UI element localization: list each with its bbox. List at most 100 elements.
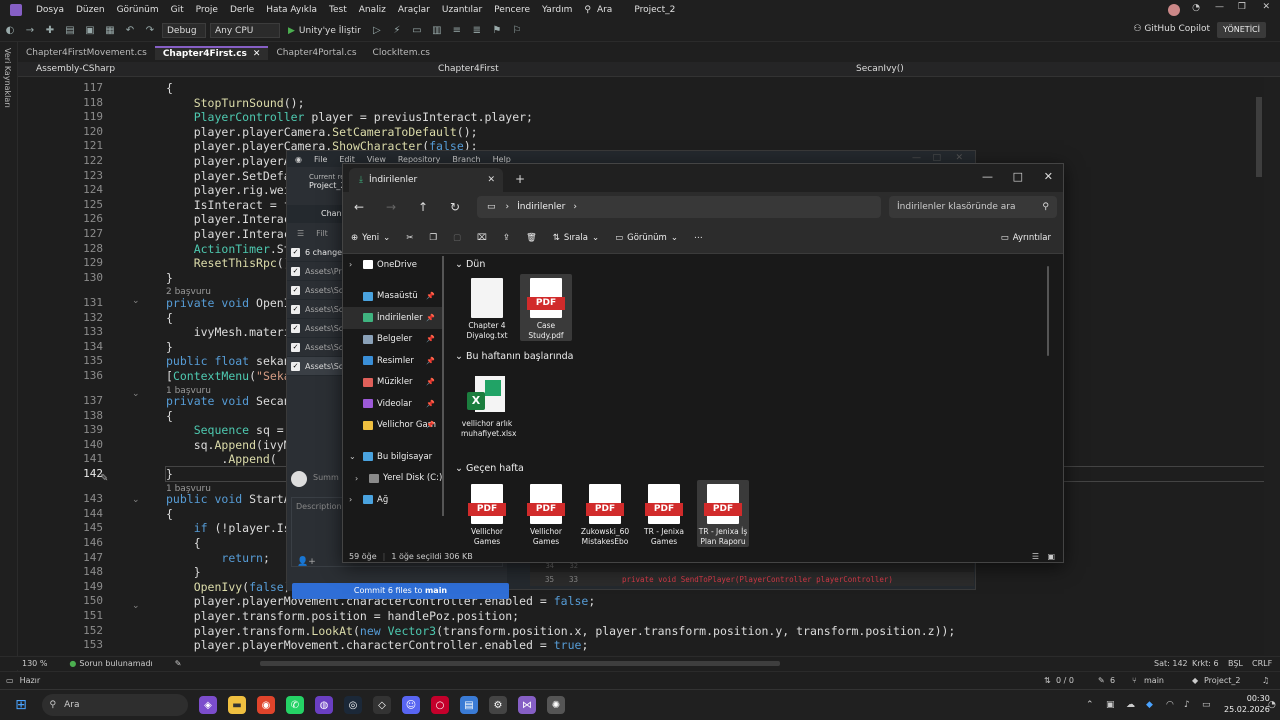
project-dropdown[interactable]: Assembly-CSharp: [36, 64, 115, 74]
comment-icon[interactable]: ≣: [469, 24, 485, 38]
refresh-icon[interactable]: ↻: [439, 200, 471, 214]
code-line[interactable]: {: [166, 536, 201, 550]
battery-icon[interactable]: ▭: [1202, 700, 1211, 710]
file-item[interactable]: PDF Vellichor Games: [520, 480, 572, 547]
collapse-icon[interactable]: ⌄: [132, 495, 140, 505]
class-dropdown[interactable]: Chapter4First: [438, 64, 499, 74]
pin-icon[interactable]: 📌: [426, 314, 435, 322]
redo-icon[interactable]: ↷: [142, 24, 158, 38]
view-button[interactable]: ▭ Görünüm ⌄: [615, 233, 678, 243]
code-line[interactable]: if (!player.Is: [166, 521, 291, 535]
nav-item[interactable]: ⌄ Bu bilgisayar: [343, 446, 443, 468]
nav-item[interactable]: › Ağ: [343, 489, 443, 511]
app-tray-icon[interactable]: ▣: [1106, 700, 1115, 710]
collapse-icon[interactable]: ⌄: [132, 601, 140, 611]
code-line[interactable]: }: [166, 340, 173, 354]
nav-item[interactable]: › OneDrive: [343, 254, 443, 276]
clock[interactable]: 00:30 25.02.2026: [1224, 693, 1270, 715]
add-coauthor-icon[interactable]: 👤+: [297, 557, 316, 567]
nav-expand-icon[interactable]: ›: [349, 260, 352, 269]
new-item-icon[interactable]: ✚: [42, 24, 58, 38]
horizontal-scrollbar[interactable]: [260, 661, 780, 666]
branch-name[interactable]: main: [1144, 676, 1164, 685]
chatgpt-icon[interactable]: ✺: [547, 696, 565, 714]
code-line[interactable]: }: [166, 271, 173, 285]
format-icon[interactable]: ≡: [449, 24, 465, 38]
camera-icon[interactable]: ▭: [409, 24, 425, 38]
code-line[interactable]: OpenIvy(false);: [166, 580, 298, 594]
code-line[interactable]: .Append(: [166, 452, 276, 466]
code-line[interactable]: [ContextMenu("Seka: [166, 369, 291, 383]
maximize-icon[interactable]: ❐: [1238, 2, 1246, 12]
cut-icon[interactable]: ✂: [406, 233, 413, 243]
save-icon[interactable]: ▣: [82, 24, 98, 38]
tray-app-icon[interactable]: ◆: [1146, 700, 1153, 710]
tab-chapter4portal[interactable]: Chapter4Portal.cs: [268, 46, 364, 60]
checkbox-icon[interactable]: ✓: [291, 247, 300, 257]
collapse-icon[interactable]: ⌄: [132, 389, 140, 399]
file-item[interactable]: PDF TR - Jenixa Games: [638, 480, 690, 547]
close-icon[interactable]: ✕: [1262, 2, 1270, 12]
menu-analyze[interactable]: Analiz: [353, 5, 392, 15]
tab-clockitem[interactable]: ClockItem.cs: [365, 46, 438, 60]
data-sources-tab[interactable]: Veri Kaynakları: [3, 48, 12, 108]
menu-help[interactable]: Yardım: [536, 5, 578, 15]
wifi-icon[interactable]: ◠: [1166, 700, 1174, 710]
file-item[interactable]: PDF Case Study.pdf: [520, 274, 572, 341]
code-line[interactable]: player.playerA: [166, 154, 291, 168]
code-line[interactable]: Sequence sq =: [166, 423, 291, 437]
code-line[interactable]: ivyMesh.materi: [166, 325, 291, 339]
menu-extensions[interactable]: Uzantılar: [436, 5, 488, 15]
open-folder-icon[interactable]: ▤: [62, 24, 78, 38]
code-line[interactable]: StopTurnSound();: [166, 96, 305, 110]
code-line[interactable]: player.playerMovement.characterControlle…: [166, 638, 589, 652]
group-last-week[interactable]: ⌄ Geçen hafta: [455, 463, 524, 474]
minimize-icon[interactable]: —: [1215, 2, 1224, 12]
new-button[interactable]: ⊕ Yeni ⌄: [351, 233, 390, 243]
nav-expand-icon[interactable]: ⌄: [349, 452, 356, 461]
code-line[interactable]: public void StartA: [166, 492, 291, 506]
zoom-level[interactable]: 130 %: [22, 659, 47, 668]
back-icon[interactable]: ←: [343, 200, 375, 214]
nav-item[interactable]: Belgeler 📌: [343, 329, 443, 351]
notification-center-icon[interactable]: ◔: [1268, 700, 1276, 710]
member-dropdown[interactable]: SecanIvy(): [856, 64, 904, 74]
checkbox-icon[interactable]: ✓: [291, 323, 300, 333]
checkbox-icon[interactable]: ✓: [291, 361, 300, 371]
code-line[interactable]: {: [166, 409, 173, 423]
issues-status[interactable]: Sorun bulunamadı: [79, 659, 152, 668]
pin-icon[interactable]: 📌: [426, 357, 435, 365]
undo-icon[interactable]: ↶: [122, 24, 138, 38]
address-input[interactable]: ▭ › İndirilenler ›: [477, 196, 881, 218]
copilot-app-icon[interactable]: ◈: [199, 696, 217, 714]
layout-icon[interactable]: ▥: [429, 24, 445, 38]
whatsapp-icon[interactable]: ✆: [286, 696, 304, 714]
tab-close-icon[interactable]: ✕: [487, 175, 495, 185]
code-line[interactable]: sq.Append(ivyM: [166, 438, 291, 452]
file-list[interactable]: ⌄ Dün ⌄ Bu haftanın başlarında ⌄ Geçen h…: [451, 254, 1055, 548]
nav-item[interactable]: Videolar 📌: [343, 393, 443, 415]
code-line[interactable]: }: [166, 565, 201, 579]
maximize-icon[interactable]: □: [1013, 170, 1023, 183]
menu-build[interactable]: Derle: [224, 5, 260, 15]
code-line[interactable]: player.playerCamera.SetCameraToDefault()…: [166, 125, 478, 139]
forward-icon[interactable]: →: [375, 200, 407, 214]
gh-menu-file[interactable]: File: [314, 155, 327, 164]
code-line[interactable]: public float sekan: [166, 354, 291, 368]
code-line[interactable]: player.Interac: [166, 227, 291, 241]
menu-tools[interactable]: Araçlar: [392, 5, 436, 15]
up-icon[interactable]: ↑: [407, 200, 439, 214]
editor-scrollbar[interactable]: [1256, 97, 1262, 177]
code-line[interactable]: PlayerController player = previusInterac…: [166, 110, 533, 124]
paste-icon[interactable]: ▢: [453, 233, 461, 243]
code-line[interactable]: player.rig.wei: [166, 183, 291, 197]
code-line[interactable]: player.SetDefa: [166, 169, 291, 183]
code-line[interactable]: {: [166, 311, 173, 325]
pin-icon[interactable]: 📌: [426, 292, 435, 300]
repo-name[interactable]: Project_2: [1204, 676, 1240, 685]
file-list-scrollbar[interactable]: [1047, 266, 1049, 356]
search-icon[interactable]: ⚲: [578, 5, 597, 15]
taskbar-search[interactable]: ⚲ Ara: [41, 694, 188, 716]
settings-icon[interactable]: ⚙: [489, 696, 507, 714]
github-copilot-button[interactable]: ⚇ GitHub Copilot: [1133, 24, 1210, 34]
